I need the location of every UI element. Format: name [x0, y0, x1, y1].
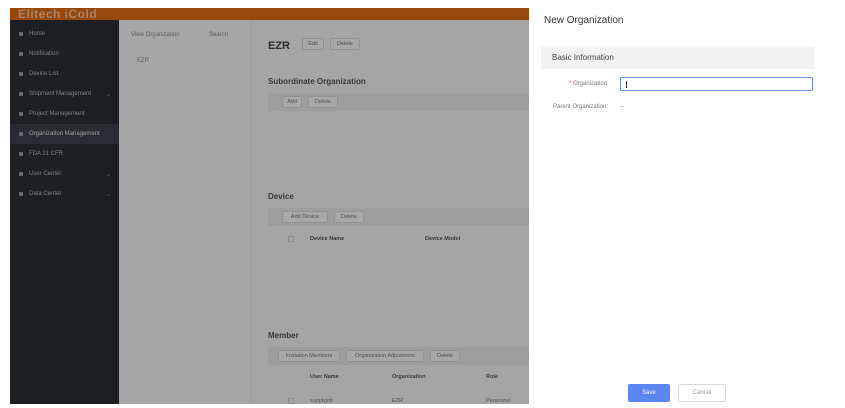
- cancel-button[interactable]: Cancel: [678, 384, 726, 402]
- drawer-title: New Organization: [544, 15, 624, 26]
- save-button[interactable]: Save: [628, 384, 670, 402]
- section-title: Basic Information: [552, 53, 614, 62]
- modal-overlay[interactable]: [10, 8, 529, 404]
- organization-label: * Organization:: [569, 81, 609, 87]
- organization-input[interactable]: [620, 77, 813, 91]
- parent-organization-label: Parent Organization:: [553, 104, 609, 110]
- parent-organization-value: --: [620, 104, 624, 110]
- required-marker: *: [569, 81, 572, 87]
- basic-information-header: Basic Information: [541, 47, 814, 69]
- new-organization-drawer: New Organization Basic Information * Org…: [529, 0, 845, 408]
- text-caret: [626, 81, 627, 88]
